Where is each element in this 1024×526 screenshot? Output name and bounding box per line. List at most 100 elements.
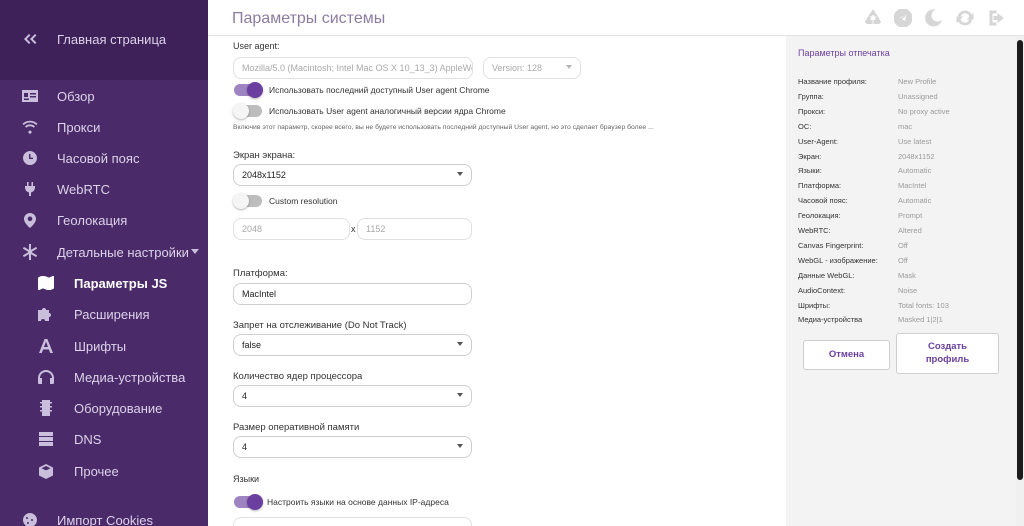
- scrollbar-thumb[interactable]: [1017, 40, 1023, 480]
- toggle-knob: [247, 82, 263, 98]
- user-agent-input[interactable]: Mozilla/5.0 (Macintosh; Intel Mac OS X 1…: [233, 57, 473, 79]
- fingerprint-row: Название профиля: New Profile: [798, 77, 1008, 92]
- height-input[interactable]: 1152: [357, 218, 472, 240]
- languages-input[interactable]: [233, 517, 472, 526]
- sidebar-item-webrtc[interactable]: WebRTC: [0, 174, 208, 204]
- create-profile-label-line2: профиль: [925, 353, 970, 365]
- fingerprint-row-key: Шрифты:: [798, 300, 831, 310]
- ram-value: 4: [242, 442, 248, 452]
- cancel-button[interactable]: Отмена: [803, 340, 890, 370]
- user-agent-value: Mozilla/5.0 (Macintosh; Intel Mac OS X 1…: [242, 63, 473, 73]
- fingerprint-row-key: Название профиля:: [798, 77, 867, 86]
- toggle-same-core-user-agent[interactable]: [233, 103, 262, 119]
- fingerprint-row: WebGL - изображение: Off: [798, 256, 1008, 271]
- sidebar-item-js-params[interactable]: Параметры JS: [0, 268, 208, 298]
- sidebar-item-geolocation[interactable]: Геолокация: [0, 205, 208, 235]
- moon-icon[interactable]: [924, 9, 943, 27]
- toggle-ip-languages[interactable]: [234, 494, 263, 510]
- toggle-custom-resolution[interactable]: [233, 193, 262, 209]
- fingerprint-row: Данные WebGL: Mask: [798, 271, 1008, 286]
- fingerprint-row-value: Use latest: [898, 136, 932, 146]
- sidebar-item-media-devices[interactable]: Медиа-устройства: [0, 362, 208, 392]
- cube-icon: [38, 463, 54, 479]
- ram-select[interactable]: 4: [233, 436, 472, 458]
- fingerprint-row-value: mac: [898, 121, 913, 131]
- toggle-custom-resolution-label: Custom resolution: [269, 196, 338, 206]
- collapse-chevrons-icon[interactable]: [22, 31, 38, 47]
- screen-select[interactable]: 2048x1152: [233, 164, 472, 186]
- fingerprint-row-key: Медиа-устройства: [798, 315, 863, 325]
- sidebar-item-home[interactable]: Главная страница: [0, 24, 208, 54]
- dnt-value: false: [242, 340, 262, 350]
- ram-label: Размер оперативной памяти: [233, 422, 360, 433]
- create-profile-label-line1: Создать: [927, 340, 968, 352]
- width-value: 2048: [242, 224, 263, 234]
- fingerprint-row-value: Masked 1|2|1: [898, 315, 943, 325]
- memory-icon: [38, 400, 54, 416]
- fingerprint-row-value: No proxy active: [898, 106, 950, 116]
- resolution-separator: x: [351, 224, 356, 234]
- server-icon: [38, 431, 54, 447]
- sidebar-item-label: Прокси: [57, 119, 101, 135]
- fingerprint-row: Медиа-устройства Masked 1|2|1: [798, 315, 1008, 330]
- headphones-icon: [38, 369, 54, 385]
- sidebar-item-label: Параметры JS: [74, 275, 168, 291]
- toggle-latest-user-agent-label: Использовать последний доступный User ag…: [269, 85, 490, 95]
- create-profile-button[interactable]: Создать профиль: [896, 333, 999, 374]
- sidebar-item-proxy[interactable]: Прокси: [0, 112, 208, 142]
- sidebar-item-label: Геолокация: [57, 212, 128, 228]
- dnt-select[interactable]: false: [233, 334, 472, 356]
- page-title: Параметры системы: [232, 10, 386, 27]
- telegram-icon[interactable]: [893, 8, 913, 28]
- sidebar-item-hardware[interactable]: Оборудование: [0, 393, 208, 423]
- sidebar-item-import-cookies[interactable]: Импорт Cookies: [0, 505, 208, 526]
- fingerprint-row-key: WebGL - изображение:: [798, 255, 878, 265]
- platform-input[interactable]: MacIntel: [233, 283, 472, 305]
- sidebar-item-overview[interactable]: Обзор: [0, 81, 208, 111]
- user-agent-hint: Включив этот параметр, скорее всего, вы …: [233, 124, 654, 131]
- height-value: 1152: [366, 224, 386, 234]
- fingerprint-row-value: Noise: [898, 285, 918, 295]
- sidebar-item-label: Шрифты: [74, 338, 127, 354]
- fingerprint-summary-panel: Параметры отпечатка Название профиля: New…: [786, 36, 1016, 526]
- fingerprint-row-key: Геолокация:: [798, 211, 841, 221]
- fingerprint-row-key: Экран:: [798, 151, 822, 161]
- plug-icon: [22, 181, 38, 197]
- wifi-icon: [22, 119, 38, 135]
- sidebar-item-extensions[interactable]: Расширения: [0, 299, 208, 329]
- scrollbar[interactable]: [1016, 36, 1024, 526]
- sidebar-item-label: WebRTC: [57, 181, 110, 197]
- sidebar-item-label: Расширения: [74, 306, 150, 322]
- width-input[interactable]: 2048: [233, 218, 350, 240]
- version-select[interactable]: Version: 128: [483, 57, 581, 79]
- app-window: Главная страница Обзор Прокси Часовой по…: [0, 0, 1024, 526]
- fingerprint-row: Экран: 2048x1152: [798, 152, 1008, 167]
- sidebar-item-advanced-settings[interactable]: Детальные настройки: [0, 237, 208, 267]
- user-agent-label: User agent:: [233, 41, 280, 51]
- cpu-cores-select[interactable]: 4: [233, 385, 472, 407]
- fingerprint-row-value: Altered: [898, 226, 922, 235]
- logout-icon[interactable]: [988, 9, 1006, 27]
- fingerprint-row: User-Agent: Use latest: [798, 137, 1008, 152]
- sidebar-item-fonts[interactable]: Шрифты: [0, 331, 208, 361]
- location-pin-icon: [22, 212, 38, 228]
- page-header: Параметры системы: [208, 0, 1024, 36]
- sidebar-item-other[interactable]: Прочее: [0, 456, 208, 486]
- fingerprint-row-value: MacIntel: [898, 181, 927, 191]
- sidebar-item-label: Импорт Cookies: [57, 512, 154, 526]
- sidebar-item-timezone[interactable]: Часовой пояс: [0, 143, 208, 173]
- platform-label: Платформа:: [233, 268, 288, 279]
- toggle-latest-user-agent[interactable]: [234, 82, 263, 98]
- sidebar-item-dns[interactable]: DNS: [0, 424, 208, 454]
- fingerprint-row: Часовой пояс: Automatic: [798, 196, 1008, 211]
- fingerprint-row-value: Mask: [898, 270, 916, 280]
- fingerprint-row-value: New Profile: [898, 77, 937, 86]
- fingerprint-row-value: Automatic: [898, 166, 932, 176]
- recycle-icon[interactable]: [864, 9, 882, 27]
- version-value: Version: 128: [492, 63, 543, 73]
- screen-value: 2048x1152: [242, 170, 286, 180]
- fingerprint-row-key: Языки:: [798, 166, 822, 176]
- refresh-icon[interactable]: [956, 9, 974, 27]
- caret-down-icon: [566, 65, 572, 69]
- panel-title: Параметры отпечатка: [798, 48, 890, 58]
